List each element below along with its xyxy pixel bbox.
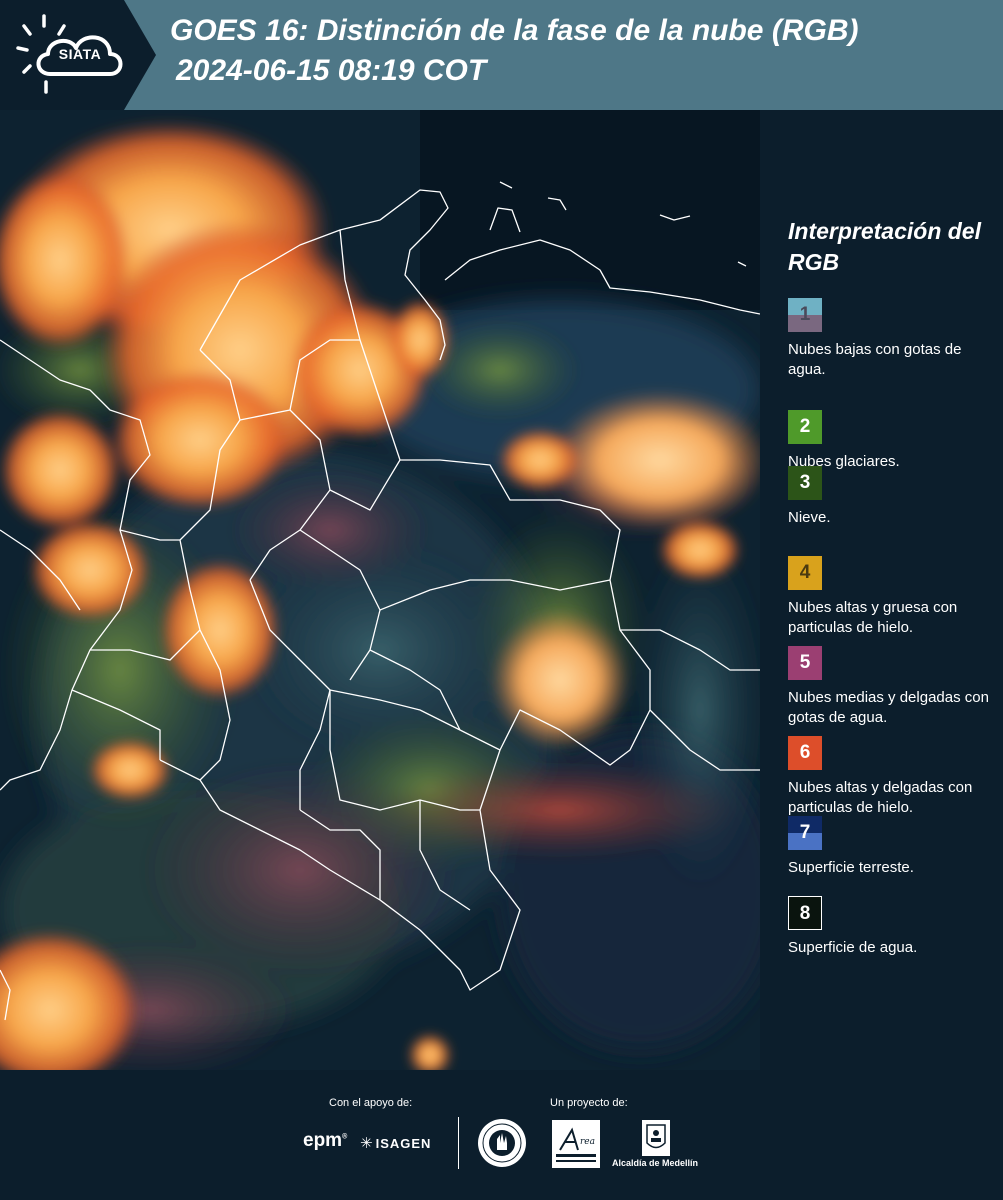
legend-description: Superficie de agua. [788,939,918,956]
siata-logo-text: SIATA [58,46,102,62]
legend-description: Nubes altas y gruesa con particulas de h… [788,599,958,636]
legend-number: 3 [799,472,811,493]
legend-number: 2 [799,416,811,437]
epm-logo-text: epm [303,1130,343,1151]
epm-logo[interactable]: epm® [303,1130,347,1152]
legend-item-1: 1 Nubes bajas con gotas de agua. [788,298,1000,380]
legend-swatch-5: 5 [788,646,822,680]
legend-number: 6 [799,742,811,763]
legend-description: Superficie terreste. [788,859,914,876]
legend-description: Nubes medias y delgadas con gotas de agu… [788,689,989,726]
legend-number: 1 [799,304,811,325]
legend-swatch-4: 4 [788,556,822,590]
medellin-text: Alcaldía de Medellín [612,1158,699,1168]
legend-swatch-7: 7 [788,816,822,850]
support-label: Con el apoyo de: [329,1097,413,1109]
area-metropolitana-logo-icon[interactable]: rea [552,1120,600,1168]
header: SIATA GOES 16: Distinción de la fase de … [0,0,1003,110]
legend-number: 5 [799,652,811,673]
legend-swatch-1: 1 [788,298,822,332]
legend-item-6: 6 Nubes altas y delgadas con particulas d… [788,736,1000,818]
legend-item-8: 8 Superficie de agua. [788,896,1000,958]
legend-item-7: 7 Superficie terreste. [788,816,1000,878]
project-label: Un proyecto de: [550,1097,628,1109]
legend-swatch-8: 8 [788,896,822,930]
isagen-logo[interactable]: ✳ ISAGEN [360,1134,431,1152]
legend-description: Nubes altas y delgadas con particulas de… [788,779,973,816]
legend-number: 8 [799,903,811,924]
legend-number: 4 [799,562,811,583]
footer-divider [458,1117,459,1169]
svg-text:rea: rea [580,1137,595,1147]
isagen-logo-text: ISAGEN [375,1136,432,1151]
legend-title: Interpretación del RGB [788,218,981,275]
legend-swatch-3: 3 [788,466,822,500]
legend-swatch-6: 6 [788,736,822,770]
footer: Con el apoyo de: Un proyecto de: epm® ✳ I… [0,1070,1003,1200]
siata-logo-block[interactable]: SIATA [0,0,156,110]
legend-item-4: 4 Nubes altas y gruesa con particulas de … [788,556,1000,638]
legend-panel: Interpretación del RGB 1 Nubes bajas con … [760,110,1003,1070]
seal-logo-icon[interactable] [476,1117,528,1169]
legend-item-2: 2 Nubes glaciares. [788,410,1000,472]
legend-number: 7 [799,822,811,843]
legend-swatch-2: 2 [788,410,822,444]
page-title: GOES 16: Distinción de la fase de la nub… [170,14,859,47]
legend-description: Nubes bajas con gotas de agua. [788,341,962,378]
legend-description: Nieve. [788,509,831,526]
isagen-star-icon: ✳ [360,1135,374,1152]
satellite-map[interactable] [0,110,760,1070]
satellite-rgb-image [0,110,760,1070]
legend-item-5: 5 Nubes medias y delgadas con gotas de ag… [788,646,1000,728]
legend-item-3: 3 Nieve. [788,466,1000,528]
page-timestamp: 2024-06-15 08:19 COT [176,54,487,87]
medellin-shield-icon[interactable] [641,1119,671,1157]
